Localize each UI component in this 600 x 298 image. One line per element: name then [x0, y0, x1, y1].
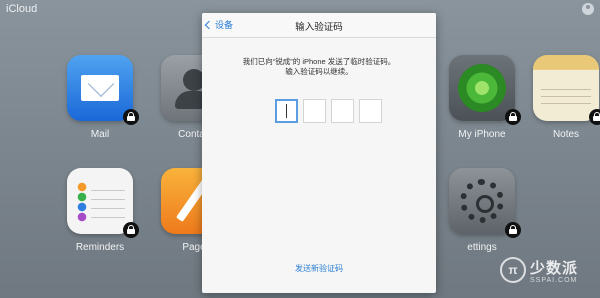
- watermark: π 少数派 SSPAI.COM: [500, 255, 598, 293]
- app-label: Reminders: [75, 242, 125, 253]
- instruction-text: 我们已向“锐成”的 iPhone 发送了临时验证码。 输入验证码以继续。: [202, 57, 436, 77]
- code-digit-input[interactable]: [359, 99, 382, 123]
- watermark-name: 少数派: [530, 260, 579, 277]
- verification-code-input: [275, 99, 382, 123]
- app-label: My iPhone: [458, 129, 506, 140]
- sspai-logo-icon: π: [500, 257, 526, 283]
- resend-code-link[interactable]: 发送新验证码: [202, 263, 436, 274]
- app-label: ettings: [467, 242, 497, 253]
- text-caret: [286, 104, 287, 118]
- lock-icon: [505, 109, 521, 125]
- watermark-sub: SSPAI.COM: [530, 277, 578, 284]
- code-digit-input[interactable]: [331, 99, 354, 123]
- app-find-my-iphone[interactable]: My iPhone: [446, 55, 521, 140]
- notes-icon: [533, 55, 600, 125]
- mail-icon: [67, 55, 139, 125]
- lock-icon: [123, 222, 139, 238]
- instruction-line: 输入验证码以继续。: [285, 67, 353, 76]
- user-circle-icon[interactable]: [582, 3, 594, 15]
- verification-dialog: 设备 输入验证码 我们已向“锐成”的 iPhone 发送了临时验证码。 输入验证…: [202, 13, 436, 293]
- reminders-icon: [67, 168, 139, 238]
- code-digit-input[interactable]: [275, 99, 298, 123]
- dialog-title: 输入验证码: [295, 22, 343, 33]
- dialog-header: 设备 输入验证码: [202, 13, 436, 38]
- app-reminders[interactable]: Reminders: [64, 168, 139, 253]
- code-digit-input[interactable]: [303, 99, 326, 123]
- app-settings[interactable]: ettings: [446, 168, 521, 253]
- lock-icon: [505, 222, 521, 238]
- app-label: Mail: [90, 129, 110, 140]
- lock-icon: [123, 109, 139, 125]
- find-iphone-radar-icon: [449, 55, 521, 125]
- icloud-brand[interactable]: iCloud: [6, 3, 37, 15]
- instruction-line: 我们已向“锐成”的 iPhone 发送了临时验证码。: [242, 57, 396, 66]
- app-label: Notes: [552, 129, 580, 140]
- app-mail[interactable]: Mail: [64, 55, 139, 140]
- app-notes[interactable]: Notes: [530, 55, 600, 140]
- lock-icon: [589, 109, 600, 125]
- settings-gear-icon: [449, 168, 521, 238]
